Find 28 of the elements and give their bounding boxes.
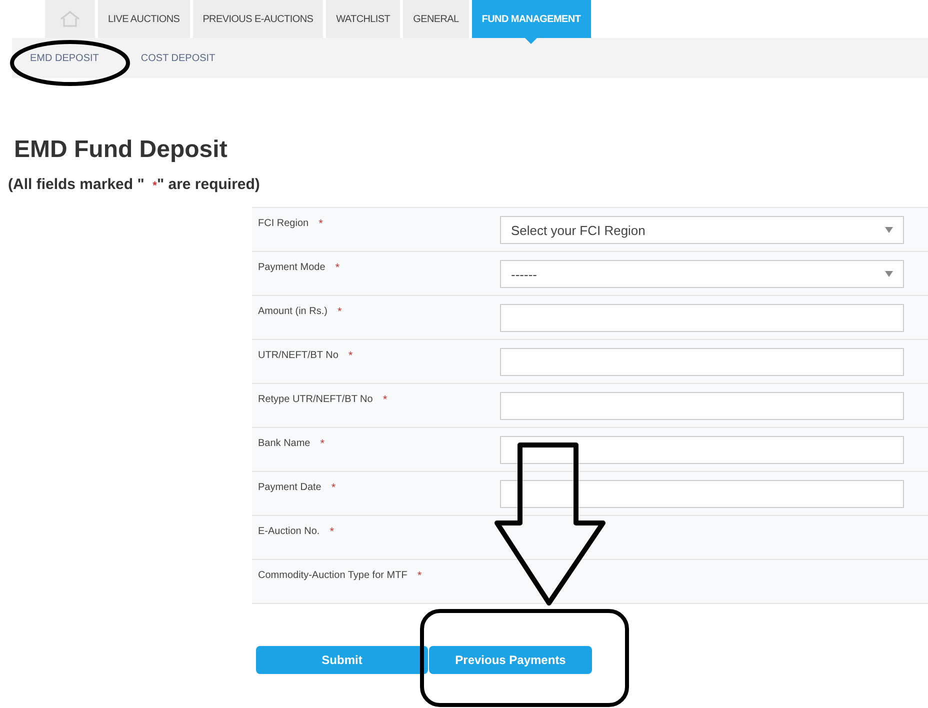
nav-tab[interactable]: PREVIOUS E-AUCTIONS [192, 0, 324, 38]
field-label: Commodity-Auction Type for MTF * [257, 569, 423, 582]
input-field[interactable] [500, 480, 904, 508]
nav-tab[interactable]: LIVE AUCTIONS [98, 0, 190, 38]
subnav-link[interactable]: EMD DEPOSIT [30, 52, 99, 64]
nav-tab[interactable]: WATCHLIST [326, 0, 400, 38]
home-tab[interactable] [45, 0, 95, 38]
field-label: Bank Name * [257, 437, 326, 450]
field-label: E-Auction No. * [257, 525, 335, 538]
field-label: Retype UTR/NEFT/BT No * [257, 393, 388, 406]
field-label: Amount (in Rs.) * [257, 305, 343, 318]
input-field[interactable] [500, 348, 904, 376]
field-label: UTR/NEFT/BT No * [257, 349, 354, 362]
caret-icon [885, 227, 893, 233]
caret-icon [885, 271, 893, 277]
field-label: Payment Mode * [257, 261, 341, 274]
input-field[interactable] [500, 392, 904, 420]
field-label: Payment Date * [257, 481, 337, 494]
required-note: (All fields marked " *" are required) [8, 176, 261, 193]
select-field[interactable]: Select your FCI Region [500, 216, 904, 244]
page-title: EMD Fund Deposit [14, 136, 228, 164]
input-field[interactable] [500, 304, 904, 332]
nav-tab[interactable]: GENERAL [403, 0, 469, 38]
home-icon [59, 11, 81, 27]
subnav-link[interactable]: COST DEPOSIT [140, 52, 216, 64]
field-label: FCI Region * [257, 217, 324, 230]
select-field[interactable]: ------ [500, 260, 904, 288]
input-field[interactable] [500, 436, 904, 464]
